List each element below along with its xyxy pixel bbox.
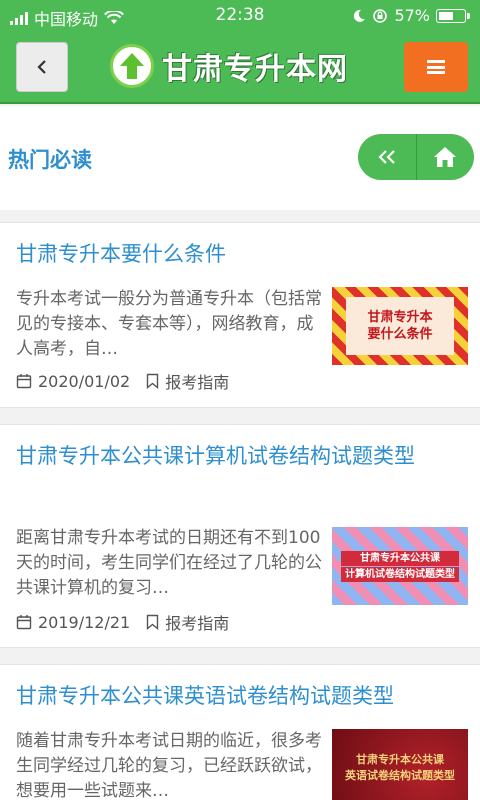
calendar-icon <box>16 374 32 389</box>
status-bar: 中国移动 22:38 57% <box>0 0 480 32</box>
article-date: 2019/12/21 <box>38 612 131 632</box>
rotation-lock-icon <box>373 8 388 23</box>
article-excerpt: 专升本考试一般分为普通专升本（包括常见的专接本、专套本等），网络教育，成人高考，… <box>16 289 322 359</box>
article-category[interactable]: 报考指南 <box>165 369 229 393</box>
article-date: 2020/01/02 <box>38 371 131 391</box>
article-meta: 2019/12/21 报考指南 <box>16 610 229 634</box>
status-right: 57% <box>352 6 470 25</box>
article-thumbnail[interactable]: 甘肃专升本公共课 英语试卷结构试题类型 <box>332 729 468 800</box>
battery-percent: 57% <box>394 6 430 25</box>
bookmark-icon <box>147 614 159 630</box>
menu-button[interactable] <box>404 42 468 92</box>
section-header: 热门必读 <box>0 106 480 210</box>
up-arrow-icon <box>110 44 154 88</box>
home-icon <box>434 147 457 167</box>
thumbnail-line: 甘肃专升本公共课 <box>356 753 444 766</box>
section-title: 热门必读 <box>8 148 92 172</box>
article-thumbnail[interactable]: 甘肃专升本公共课 计算机试卷结构试题类型 <box>332 527 468 605</box>
thumbnail-line: 计算机试卷结构试题类型 <box>341 566 459 582</box>
calendar-icon <box>16 615 32 630</box>
article-card[interactable]: 甘肃专升本公共课计算机试卷结构试题类型 距离甘肃专升本考试的日期还有不到100天… <box>0 424 480 648</box>
article-title[interactable]: 甘肃专升本要什么条件 <box>16 235 464 273</box>
thumbnail-line: 要什么条件 <box>367 327 433 342</box>
double-chevron-left-icon <box>378 150 395 164</box>
article-title[interactable]: 甘肃专升本公共课英语试卷结构试题类型 <box>16 677 464 715</box>
article-title[interactable]: 甘肃专升本公共课计算机试卷结构试题类型 <box>16 437 464 475</box>
article-thumbnail[interactable]: 甘肃专升本 要什么条件 <box>332 287 468 365</box>
section-nav <box>358 134 474 180</box>
battery-icon <box>436 8 470 23</box>
thumbnail-line: 甘肃专升本 <box>367 310 433 325</box>
article-excerpt: 随着甘肃专升本考试日期的临近，很多考生同学经过几轮的复习，已经跃跃欲试，想要用一… <box>16 731 322 800</box>
moon-icon <box>354 9 366 22</box>
article-card[interactable]: 甘肃专升本公共课英语试卷结构试题类型 随着甘肃专升本考试日期的临近，很多考生同学… <box>0 664 480 800</box>
article-card[interactable]: 甘肃专升本要什么条件 专升本考试一般分为普通专升本（包括常见的专接本、专套本等）… <box>0 222 480 408</box>
article-category[interactable]: 报考指南 <box>165 610 229 634</box>
hamburger-icon <box>427 60 445 74</box>
article-meta: 2020/01/02 报考指南 <box>16 369 229 393</box>
back-button[interactable] <box>16 42 68 92</box>
bookmark-icon <box>147 373 159 389</box>
app-header: 甘肃专升本网 <box>0 32 480 104</box>
home-button[interactable] <box>415 134 475 180</box>
back-list-button[interactable] <box>358 134 416 180</box>
article-excerpt: 距离甘肃专升本考试的日期还有不到100天的时间，考生同学们在经过了几轮的公共课计… <box>16 528 322 598</box>
thumbnail-line: 甘肃专升本公共课 <box>341 550 459 566</box>
logo-text: 甘肃专升本网 <box>162 52 348 87</box>
site-logo[interactable]: 甘肃专升本网 <box>110 44 348 88</box>
thumbnail-line: 英语试卷结构试题类型 <box>345 769 455 782</box>
chevron-left-icon <box>37 60 46 74</box>
